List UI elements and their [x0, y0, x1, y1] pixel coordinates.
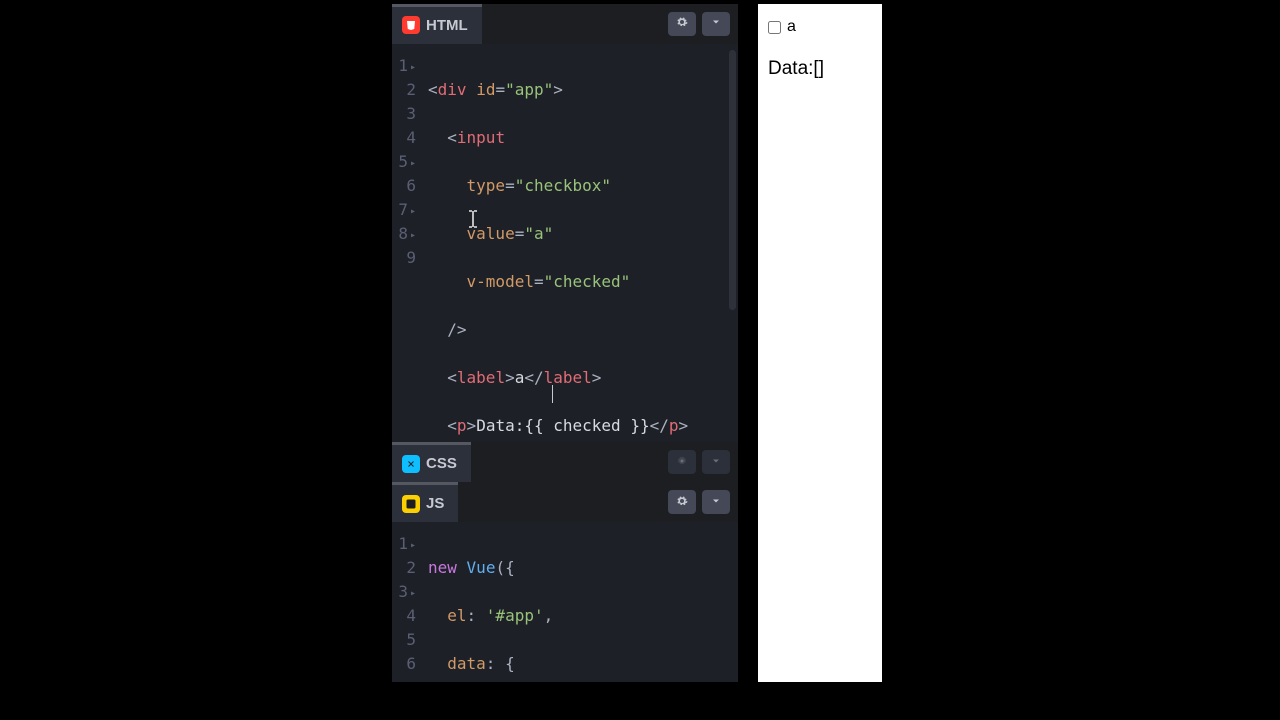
line-number: 3 [392, 102, 416, 126]
html-panel-tab[interactable]: HTML [392, 4, 482, 44]
preview-checkbox[interactable] [768, 21, 781, 34]
preview-pane: a Data:[] [758, 4, 882, 682]
chevron-down-icon [710, 455, 722, 470]
css-panel-tab[interactable]: CSS [392, 442, 471, 482]
js-panel-tab[interactable]: JS [392, 482, 458, 522]
html-code: <div id="app"> <input type="checkbox" va… [426, 44, 738, 442]
line-number: 7 [392, 198, 416, 222]
line-number: 4 [392, 604, 416, 628]
html-collapse-button[interactable] [702, 12, 730, 36]
codepen-stage: HTML 1 2 3 4 5 6 7 8 9 [392, 4, 882, 682]
js-settings-button[interactable] [668, 490, 696, 514]
line-number: 9 [392, 246, 416, 270]
scrollbar-thumb[interactable] [729, 50, 736, 310]
js-panel-actions [668, 490, 738, 514]
css-panel-actions [668, 450, 738, 474]
preview-checkbox-label: a [787, 18, 796, 36]
preview-checkbox-row: a [768, 18, 872, 36]
line-number: 1 [392, 532, 416, 556]
html-panel-actions [668, 12, 738, 36]
html-code-editor[interactable]: 1 2 3 4 5 6 7 8 9 <div id="app"> <input … [392, 44, 738, 442]
line-number: 2 [392, 78, 416, 102]
js-panel-header: JS [392, 482, 738, 522]
css-collapse-button[interactable] [702, 450, 730, 474]
js-badge-icon [402, 495, 420, 513]
css-panel-header: CSS [392, 442, 738, 482]
chevron-down-icon [710, 16, 722, 31]
line-number: 4 [392, 126, 416, 150]
html-settings-button[interactable] [668, 12, 696, 36]
js-gutter: 1 2 3 4 5 6 [392, 522, 426, 682]
js-collapse-button[interactable] [702, 490, 730, 514]
js-panel-label: JS [426, 495, 444, 512]
line-number: 3 [392, 580, 416, 604]
html-panel-label: HTML [426, 17, 468, 34]
preview-data-line: Data:[] [768, 58, 872, 80]
css-badge-icon [402, 455, 420, 473]
html-badge-icon [402, 16, 420, 34]
gear-icon [676, 495, 688, 510]
gear-icon [676, 16, 688, 31]
css-settings-button[interactable] [668, 450, 696, 474]
line-number: 5 [392, 150, 416, 174]
line-number: 5 [392, 628, 416, 652]
line-number: 2 [392, 556, 416, 580]
line-number: 1 [392, 54, 416, 78]
line-number: 6 [392, 652, 416, 676]
js-code-editor[interactable]: 1 2 3 4 5 6 new Vue({ el: '#app', data: … [392, 522, 738, 682]
gear-icon [676, 455, 688, 470]
line-number: 6 [392, 174, 416, 198]
editors-column: HTML 1 2 3 4 5 6 7 8 9 [392, 4, 738, 682]
chevron-down-icon [710, 495, 722, 510]
css-panel-label: CSS [426, 455, 457, 472]
html-panel-header: HTML [392, 4, 738, 44]
js-code: new Vue({ el: '#app', data: { checked: [… [426, 522, 738, 682]
html-gutter: 1 2 3 4 5 6 7 8 9 [392, 44, 426, 442]
line-number: 8 [392, 222, 416, 246]
